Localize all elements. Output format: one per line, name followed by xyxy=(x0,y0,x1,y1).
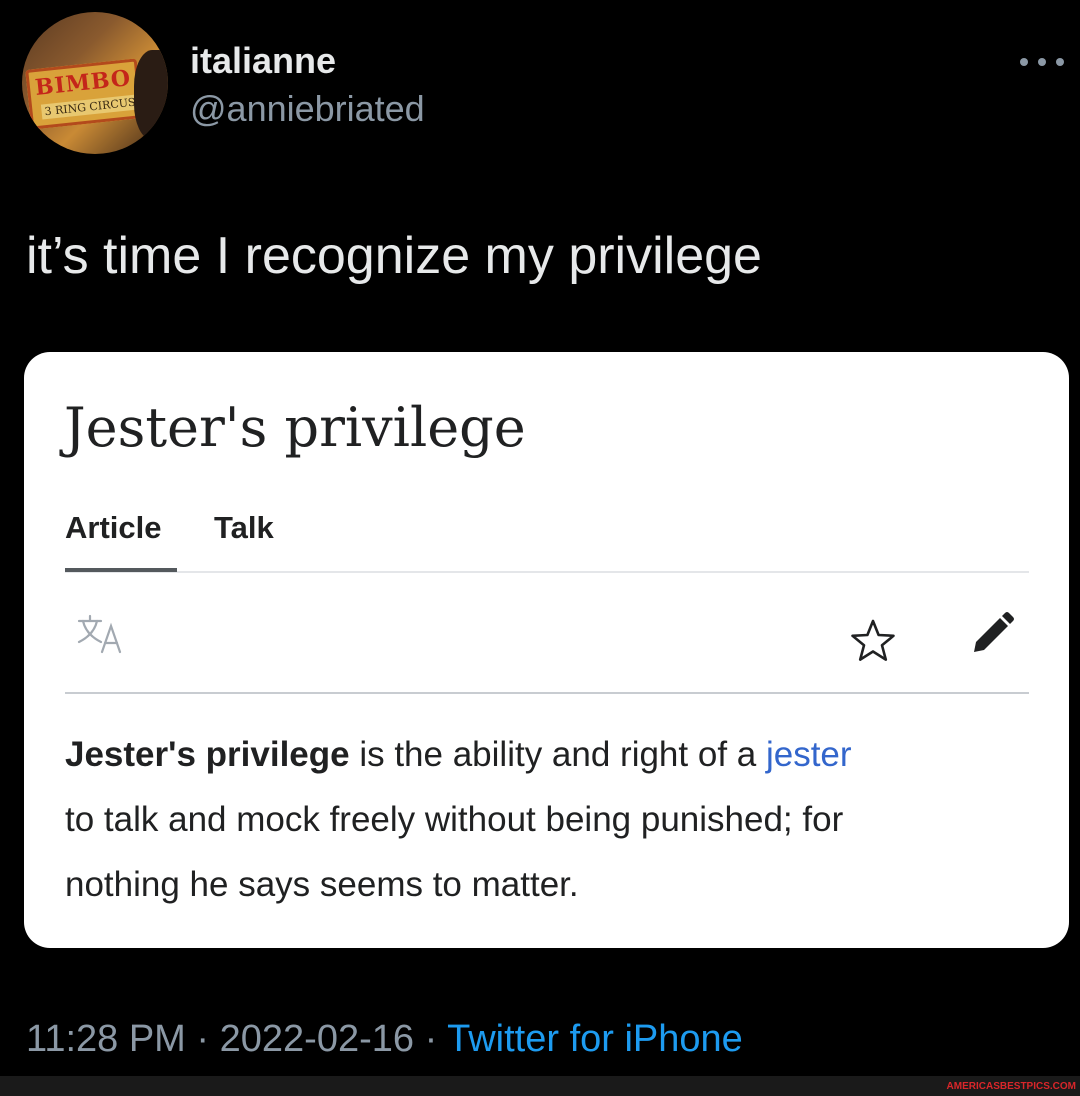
edit-pencil-icon[interactable] xyxy=(968,610,1016,658)
wiki-body-text: is the ability and right of a xyxy=(349,735,766,774)
watermark-bar xyxy=(0,1076,1080,1096)
user-handle[interactable]: @anniebriated xyxy=(190,88,425,130)
wiki-article-body: Jester's privilege is the ability and ri… xyxy=(65,722,1029,917)
tab-article[interactable]: Article xyxy=(65,510,161,546)
meta-separator: · xyxy=(414,1018,448,1060)
tools-divider xyxy=(65,692,1029,694)
avatar-person xyxy=(134,50,168,140)
watermark: AMERICASBESTPICS.COM xyxy=(946,1081,1076,1092)
translate-icon[interactable] xyxy=(76,614,132,654)
tweet-meta: 11:28 PM · 2022-02-16 · Twitter for iPho… xyxy=(26,1018,743,1061)
avatar[interactable]: BIMBO 3 RING CIRCUS xyxy=(22,12,168,154)
wiki-body-line-3: nothing he says seems to matter. xyxy=(65,865,579,904)
avatar-sign-image: BIMBO 3 RING CIRCUS xyxy=(25,58,143,130)
tweet-source[interactable]: Twitter for iPhone xyxy=(447,1018,743,1060)
tweet-time[interactable]: 11:28 PM xyxy=(26,1018,186,1060)
wiki-body-line-2: to talk and mock freely without being pu… xyxy=(65,800,844,839)
active-tab-indicator xyxy=(65,568,177,572)
tabs-divider xyxy=(65,571,1029,573)
wiki-term: Jester's privilege xyxy=(65,735,350,774)
wiki-article-title: Jester's privilege xyxy=(64,396,526,459)
star-icon[interactable] xyxy=(850,618,896,662)
tweet-text: it’s time I recognize my privilege xyxy=(26,227,762,285)
more-options-icon[interactable] xyxy=(1020,54,1064,70)
meta-separator: · xyxy=(185,1018,220,1060)
tweet-date[interactable]: 2022-02-16 xyxy=(220,1018,414,1060)
jester-link[interactable]: jester xyxy=(766,735,852,774)
tab-talk[interactable]: Talk xyxy=(214,510,274,546)
display-name[interactable]: italianne xyxy=(190,40,336,82)
wiki-screenshot-card[interactable]: Jester's privilege Article Talk Jester's… xyxy=(24,352,1069,948)
